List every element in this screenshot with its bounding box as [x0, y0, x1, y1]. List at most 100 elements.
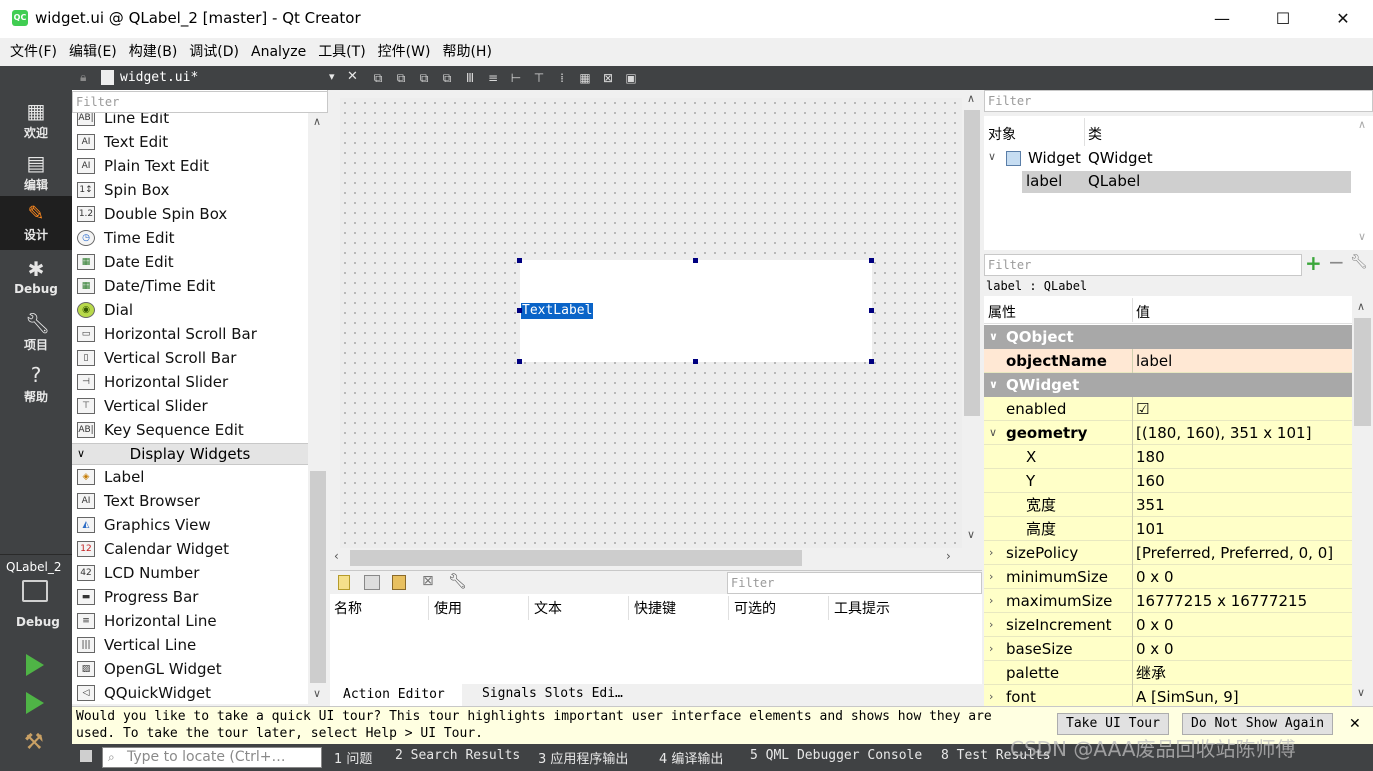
- output-tab-qml-debugger[interactable]: 5 QML Debugger Console: [750, 748, 922, 763]
- widget-box-filter[interactable]: Filter: [72, 91, 328, 113]
- close-document-icon[interactable]: ✕: [347, 69, 358, 84]
- property-value[interactable]: [Preferred, Preferred, 0, 0]: [1136, 541, 1333, 565]
- resize-handle[interactable]: [869, 359, 874, 364]
- property-value[interactable]: 180: [1136, 445, 1165, 469]
- output-tab-compile-output[interactable]: 4 编译输出: [659, 748, 723, 767]
- property-editor-filter[interactable]: Filter: [984, 254, 1302, 276]
- run-icon[interactable]: [26, 654, 44, 676]
- widget-item-key-sequence-edit[interactable]: AB| Key Sequence Edit: [72, 418, 308, 442]
- close-notification-icon[interactable]: ✕: [1349, 716, 1361, 732]
- property-value[interactable]: 160: [1136, 469, 1165, 493]
- label-text[interactable]: TextLabel: [521, 303, 594, 319]
- close-button[interactable]: ✕: [1320, 0, 1366, 38]
- tree-row-label[interactable]: label QLabel: [1022, 171, 1351, 193]
- mode-design[interactable]: ✎ 设计: [0, 196, 72, 250]
- copy-action-icon[interactable]: [364, 575, 380, 590]
- column-header-class[interactable]: 类: [1088, 124, 1102, 144]
- output-tab-search-results[interactable]: 2 Search Results: [395, 748, 520, 763]
- property-scrollbar[interactable]: ∧ ∨: [1352, 296, 1373, 706]
- property-row[interactable]: 宽度 351: [984, 493, 1352, 517]
- property-value[interactable]: A [SimSun, 9]: [1136, 685, 1239, 706]
- property-row[interactable]: › baseSize 0 x 0: [984, 637, 1352, 661]
- new-action-icon[interactable]: [338, 575, 350, 590]
- canvas-horizontal-scrollbar[interactable]: ‹ ›: [330, 548, 962, 568]
- add-property-icon[interactable]: +: [1305, 252, 1322, 274]
- column-header-name[interactable]: 名称: [334, 598, 362, 618]
- widget-item-line-edit[interactable]: AB| Line Edit: [72, 113, 308, 130]
- action-editor-filter[interactable]: Filter: [727, 572, 982, 594]
- widget-item-graphics-view[interactable]: ◭ Graphics View: [72, 513, 308, 537]
- menu-build[interactable]: 构建(B): [123, 38, 184, 66]
- property-value[interactable]: 351: [1136, 493, 1165, 517]
- chevron-right-icon[interactable]: ›: [989, 565, 993, 589]
- debug-run-icon[interactable]: [26, 692, 44, 714]
- property-row[interactable]: Y 160: [984, 469, 1352, 493]
- edit-buddies-icon[interactable]: ⧉: [416, 70, 432, 86]
- widget-item-horizontal-line[interactable]: ≡ Horizontal Line: [72, 609, 308, 633]
- widget-item-vertical-line[interactable]: ||| Vertical Line: [72, 633, 308, 657]
- chevron-right-icon[interactable]: ›: [989, 589, 993, 613]
- scroll-down-icon[interactable]: ∨: [1358, 230, 1366, 243]
- widget-item-horizontal-scroll-bar[interactable]: ▭ Horizontal Scroll Bar: [72, 322, 308, 346]
- widget-item-opengl-widget[interactable]: ▨ OpenGL Widget: [72, 657, 308, 681]
- scrollbar-thumb[interactable]: [1354, 318, 1371, 426]
- widget-item-label[interactable]: ◈ Label: [72, 465, 308, 489]
- menu-widgets[interactable]: 控件(W): [372, 38, 437, 66]
- column-header-value[interactable]: 值: [1136, 302, 1150, 322]
- object-inspector-filter[interactable]: Filter: [984, 90, 1373, 112]
- scroll-up-icon[interactable]: ∧: [1358, 118, 1366, 131]
- edit-signals-icon[interactable]: ⧉: [393, 70, 409, 86]
- property-row[interactable]: X 180: [984, 445, 1352, 469]
- document-dropdown-icon[interactable]: ▾: [329, 70, 335, 83]
- menu-help[interactable]: 帮助(H): [436, 38, 497, 66]
- chevron-down-icon[interactable]: ∨: [989, 373, 998, 397]
- paste-action-icon[interactable]: [392, 575, 406, 590]
- property-row[interactable]: › font A [SimSun, 9]: [984, 685, 1352, 706]
- tab-signals-slots-editor[interactable]: Signals Slots Edi…: [482, 684, 623, 704]
- configure-wrench-icon[interactable]: 🔧︎: [448, 572, 467, 590]
- scrollbar-thumb[interactable]: [964, 110, 980, 416]
- resize-handle[interactable]: [869, 258, 874, 263]
- widget-item-horizontal-slider[interactable]: ⊣ Horizontal Slider: [72, 370, 308, 394]
- layout-horizontal-icon[interactable]: Ⅲ: [462, 70, 478, 86]
- minimize-button[interactable]: —: [1199, 0, 1245, 38]
- property-value[interactable]: 0 x 0: [1136, 565, 1174, 589]
- column-header-used[interactable]: 使用: [434, 598, 462, 618]
- property-value[interactable]: 16777215 x 16777215: [1136, 589, 1307, 613]
- scrollbar-thumb[interactable]: [310, 471, 326, 683]
- layout-grid-icon[interactable]: ▦: [577, 70, 593, 86]
- column-header-object[interactable]: 对象: [988, 124, 1016, 144]
- locator-input[interactable]: Type to locate (Ctrl+…: [102, 747, 322, 768]
- menu-tools[interactable]: 工具(T): [312, 38, 371, 66]
- scroll-up-icon[interactable]: ∧: [967, 92, 975, 105]
- property-value[interactable]: 继承: [1136, 661, 1166, 685]
- maximize-button[interactable]: ☐: [1260, 0, 1306, 38]
- property-value[interactable]: label: [1136, 349, 1172, 373]
- chevron-down-icon[interactable]: ∨: [989, 325, 998, 349]
- widget-item-plain-text-edit[interactable]: AI Plain Text Edit: [72, 154, 308, 178]
- category-display-widgets[interactable]: ∨ Display Widgets: [72, 443, 308, 465]
- resize-handle[interactable]: [517, 258, 522, 263]
- object-tree-scrollbar[interactable]: ∧ ∨: [1354, 116, 1373, 250]
- chevron-right-icon[interactable]: ›: [989, 541, 993, 565]
- property-row[interactable]: › maximumSize 16777215 x 16777215: [984, 589, 1352, 613]
- scroll-right-icon[interactable]: ›: [946, 549, 951, 563]
- layout-vertical-icon[interactable]: ≡: [485, 70, 501, 86]
- scroll-up-icon[interactable]: ∧: [1357, 300, 1365, 313]
- property-value[interactable]: [(180, 160), 351 x 101]: [1136, 421, 1311, 445]
- mode-help[interactable]: ? 帮助: [0, 358, 72, 412]
- scroll-left-icon[interactable]: ‹: [334, 549, 339, 563]
- mode-debug[interactable]: ✱ Debug: [0, 252, 72, 306]
- widget-item-datetime-edit[interactable]: ▦ Date/Time Edit: [72, 274, 308, 298]
- configure-wrench-icon[interactable]: 🔧︎: [1350, 254, 1368, 270]
- property-row[interactable]: › sizePolicy [Preferred, Preferred, 0, 0]: [984, 541, 1352, 565]
- do-not-show-again-button[interactable]: Do Not Show Again: [1182, 713, 1334, 735]
- widget-item-text-edit[interactable]: AI Text Edit: [72, 130, 308, 154]
- widget-item-lcd-number[interactable]: 42 LCD Number: [72, 561, 308, 585]
- resize-handle[interactable]: [869, 308, 874, 313]
- widget-item-calendar-widget[interactable]: 12 Calendar Widget: [72, 537, 308, 561]
- column-header-text[interactable]: 文本: [534, 598, 562, 618]
- chevron-right-icon[interactable]: ›: [989, 613, 993, 637]
- column-header-checkable[interactable]: 可选的: [734, 598, 776, 618]
- column-header-property[interactable]: 属性: [988, 302, 1016, 322]
